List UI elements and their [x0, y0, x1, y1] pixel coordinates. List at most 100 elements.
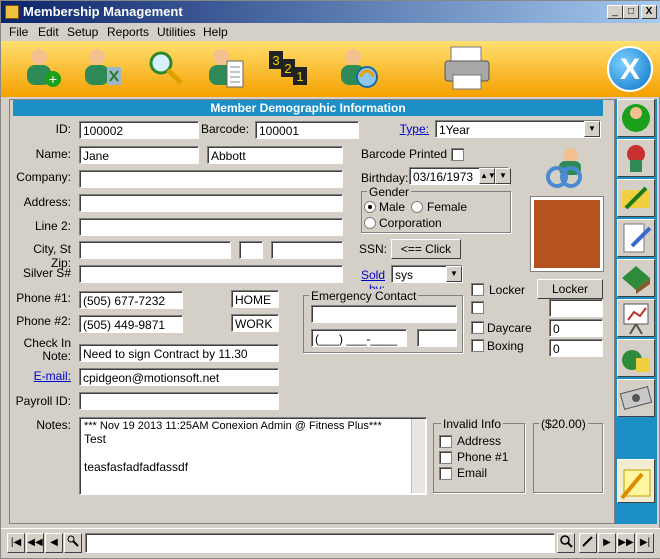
name-label: Name: — [35, 147, 71, 161]
notes-label: Notes: — [36, 418, 71, 432]
email-field[interactable]: cpidgeon@motionsoft.net — [79, 368, 279, 386]
zip-field[interactable] — [271, 241, 343, 259]
close-button[interactable]: X — [607, 46, 653, 92]
sold-by-dropdown-icon[interactable]: ▼ — [446, 266, 462, 282]
invalid-phone-label: Phone #1 — [457, 450, 509, 464]
barcode-printed-checkbox[interactable] — [451, 148, 464, 161]
barcode-field[interactable]: 100001 — [255, 121, 359, 139]
next-page-button[interactable]: ▶▶ — [617, 533, 635, 553]
member-card-icon — [543, 145, 591, 189]
member-info-icon[interactable] — [617, 99, 655, 137]
company-field[interactable] — [79, 170, 343, 188]
book-icon[interactable] — [617, 259, 655, 297]
notes-scrollbar[interactable] — [411, 419, 425, 493]
menu-edit[interactable]: Edit — [38, 25, 59, 39]
male-radio[interactable] — [364, 201, 376, 213]
award-icon[interactable] — [617, 139, 655, 177]
locker-button[interactable]: Locker — [537, 279, 603, 299]
locker-checkbox[interactable] — [471, 283, 484, 296]
money-bag-icon[interactable] — [617, 339, 655, 377]
cash-icon[interactable] — [617, 379, 655, 417]
boxing-field[interactable]: 0 — [549, 339, 603, 357]
type-select[interactable]: 1Year — [435, 120, 601, 138]
email-link[interactable]: E-mail: — [11, 369, 71, 383]
window-title: Membership Management — [23, 4, 183, 19]
last-record-button[interactable]: ▶| — [636, 533, 654, 553]
notes-textarea[interactable]: *** Nov 19 2013 11:25AM Conexion Admin @… — [79, 417, 427, 495]
type-link[interactable]: Type: — [395, 122, 429, 136]
refresh-member-icon[interactable] — [335, 45, 381, 91]
address-field[interactable] — [79, 194, 343, 212]
emergency-ext-field[interactable] — [417, 329, 457, 347]
phone2-type-field[interactable]: WORK — [231, 314, 279, 332]
record-navigator: |◀ ◀◀ ◀ ▶ ▶▶ ▶| — [1, 528, 660, 558]
type-dropdown-icon[interactable]: ▼ — [584, 121, 600, 137]
find-button[interactable] — [557, 533, 575, 553]
menu-help[interactable]: Help — [203, 25, 228, 39]
search-input[interactable] — [85, 533, 555, 553]
prev-record-button[interactable]: ◀ — [45, 533, 63, 553]
first-record-button[interactable]: |◀ — [7, 533, 25, 553]
menu-reports[interactable]: Reports — [107, 25, 149, 39]
first-name-field[interactable]: Jane — [79, 146, 199, 164]
daycare-checkbox[interactable] — [471, 321, 484, 334]
corporation-label: Corporation — [379, 216, 442, 230]
checkin-note-field[interactable]: Need to sign Contract by 11.30 — [79, 344, 279, 362]
minimize-button[interactable]: _ — [607, 5, 623, 19]
line2-label: Line 2: — [34, 219, 71, 233]
member-photo[interactable] — [530, 196, 604, 272]
payroll-field[interactable] — [79, 392, 279, 410]
line2-field[interactable] — [79, 218, 343, 236]
menu-setup[interactable]: Setup — [67, 25, 98, 39]
invalid-address-label: Address — [457, 434, 502, 448]
note-pencil-icon[interactable] — [617, 459, 655, 503]
pencil-card-icon[interactable] — [617, 179, 655, 217]
invalid-address-checkbox[interactable] — [439, 435, 452, 448]
phone1-field[interactable]: (505) 677-7232 — [79, 291, 183, 309]
locker-value-field[interactable] — [549, 299, 603, 317]
id-field[interactable]: 100002 — [79, 121, 199, 139]
emergency-name-field[interactable] — [311, 305, 457, 323]
last-name-field[interactable]: Abbott — [207, 146, 343, 164]
member-list-icon[interactable] — [203, 45, 249, 91]
edit-record-button[interactable] — [579, 533, 597, 553]
printer-icon[interactable] — [443, 45, 493, 91]
close-window-button[interactable]: X — [641, 5, 657, 19]
prev-page-button[interactable]: ◀◀ — [26, 533, 44, 553]
birthday-label: Birthday: — [361, 171, 409, 185]
emergency-contact-title: Emergency Contact — [309, 289, 419, 303]
invalid-phone-checkbox[interactable] — [439, 451, 452, 464]
maximize-button[interactable]: □ — [623, 5, 639, 19]
phone1-type-field[interactable]: HOME — [231, 290, 279, 308]
svg-text:+: + — [49, 71, 57, 87]
phone2-field[interactable]: (505) 449-9871 — [79, 315, 183, 333]
boxing-checkbox[interactable] — [471, 339, 484, 352]
sidebar — [615, 99, 657, 524]
numbering-icon[interactable]: 321 — [267, 45, 313, 91]
daycare-field[interactable]: 0 — [549, 319, 603, 337]
invalid-email-checkbox[interactable] — [439, 467, 452, 480]
menu-utilities[interactable]: Utilities — [157, 25, 196, 39]
delete-member-icon[interactable] — [79, 45, 125, 91]
locker-label: Locker — [489, 283, 526, 297]
menu-file[interactable]: File — [9, 25, 28, 39]
city-field[interactable] — [79, 241, 231, 259]
extra-checkbox[interactable] — [471, 301, 484, 314]
pencil-icon — [582, 536, 593, 547]
corporation-radio[interactable] — [364, 217, 376, 229]
female-radio[interactable] — [411, 201, 423, 213]
search-icon[interactable] — [143, 45, 189, 91]
presentation-icon[interactable] — [617, 299, 655, 337]
birthday-dropdown-icon[interactable]: ▼ — [495, 168, 511, 184]
filter-button[interactable] — [64, 533, 82, 553]
section-title: Member Demographic Information — [13, 100, 603, 116]
birthday-spinner-icon[interactable]: ▲▼ — [479, 168, 496, 184]
silver-field[interactable] — [79, 265, 343, 283]
next-record-button[interactable]: ▶ — [598, 533, 616, 553]
state-field[interactable] — [239, 241, 263, 259]
ssn-click-button[interactable]: <== Click — [391, 239, 461, 259]
emergency-phone-field[interactable]: (___) ___-____ — [311, 329, 407, 347]
daycare-label: Daycare — [487, 321, 532, 335]
add-member-icon[interactable]: + — [19, 45, 65, 91]
edit-document-icon[interactable] — [617, 219, 655, 257]
